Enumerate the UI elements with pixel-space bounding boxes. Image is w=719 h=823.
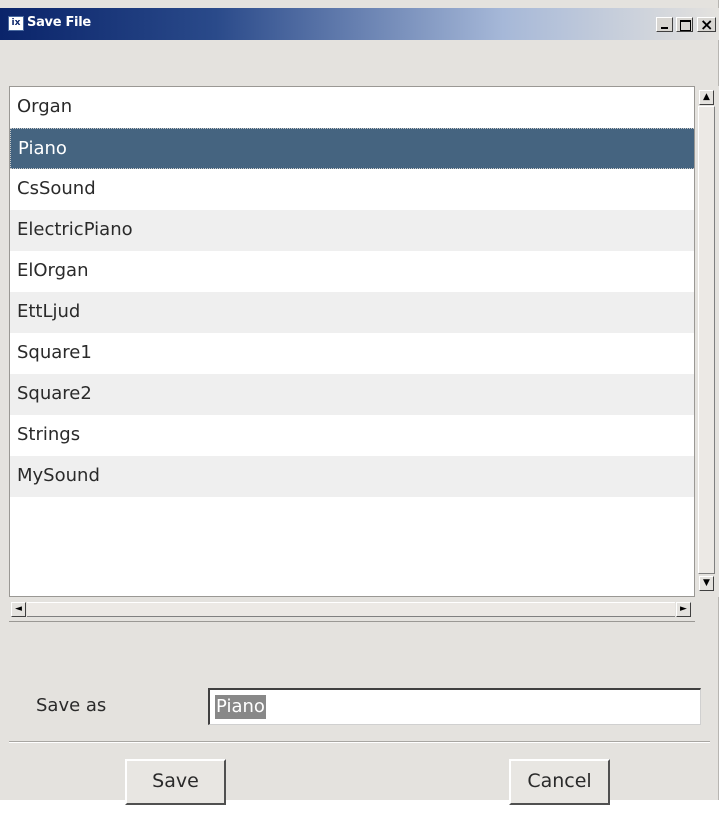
cancel-button[interactable]: Cancel bbox=[509, 759, 610, 805]
close-button[interactable] bbox=[697, 15, 716, 34]
horizontal-scroll-track[interactable] bbox=[27, 602, 675, 617]
maximize-button[interactable] bbox=[676, 17, 693, 32]
save-button[interactable]: Save bbox=[125, 759, 226, 805]
list-item-mysound[interactable]: MySound bbox=[10, 456, 694, 497]
save-as-label: Save as bbox=[36, 695, 107, 716]
scroll-down-icon[interactable]: ▼ bbox=[699, 576, 714, 591]
horizontal-scrollbar[interactable]: ◄ ► bbox=[9, 597, 695, 622]
list-item-piano-selected[interactable]: Piano bbox=[10, 128, 694, 169]
save-as-input[interactable]: Piano bbox=[208, 688, 701, 725]
minimize-button[interactable] bbox=[656, 17, 673, 32]
window-title: Save File bbox=[27, 15, 91, 30]
vertical-scrollbar[interactable]: ▲ ▼ bbox=[695, 86, 719, 597]
list-item-square1[interactable]: Square1 bbox=[10, 333, 694, 374]
list-item-organ[interactable]: Organ bbox=[10, 87, 694, 128]
list-item-electricpiano[interactable]: ElectricPiano bbox=[10, 210, 694, 251]
app-icon: ix bbox=[8, 16, 24, 31]
title-bar[interactable]: ix Save File bbox=[0, 8, 719, 40]
list-item-cssound[interactable]: CsSound bbox=[10, 169, 694, 210]
scroll-left-icon[interactable]: ◄ bbox=[11, 602, 26, 617]
divider bbox=[9, 741, 710, 743]
list-item-elorgan[interactable]: ElOrgan bbox=[10, 251, 694, 292]
sound-file-list[interactable]: Organ Piano CsSound ElectricPiano ElOrga… bbox=[9, 86, 695, 597]
list-item-ettljud[interactable]: EttLjud bbox=[10, 292, 694, 333]
save-as-input-value: Piano bbox=[215, 695, 266, 719]
vertical-scroll-thumb[interactable] bbox=[698, 106, 715, 574]
list-item-strings[interactable]: Strings bbox=[10, 415, 694, 456]
scroll-up-icon[interactable]: ▲ bbox=[699, 90, 714, 105]
save-file-dialog: ix Save File Organ Piano CsSound Electri… bbox=[0, 0, 719, 805]
list-item-square2[interactable]: Square2 bbox=[10, 374, 694, 415]
scroll-right-icon[interactable]: ► bbox=[676, 602, 691, 617]
